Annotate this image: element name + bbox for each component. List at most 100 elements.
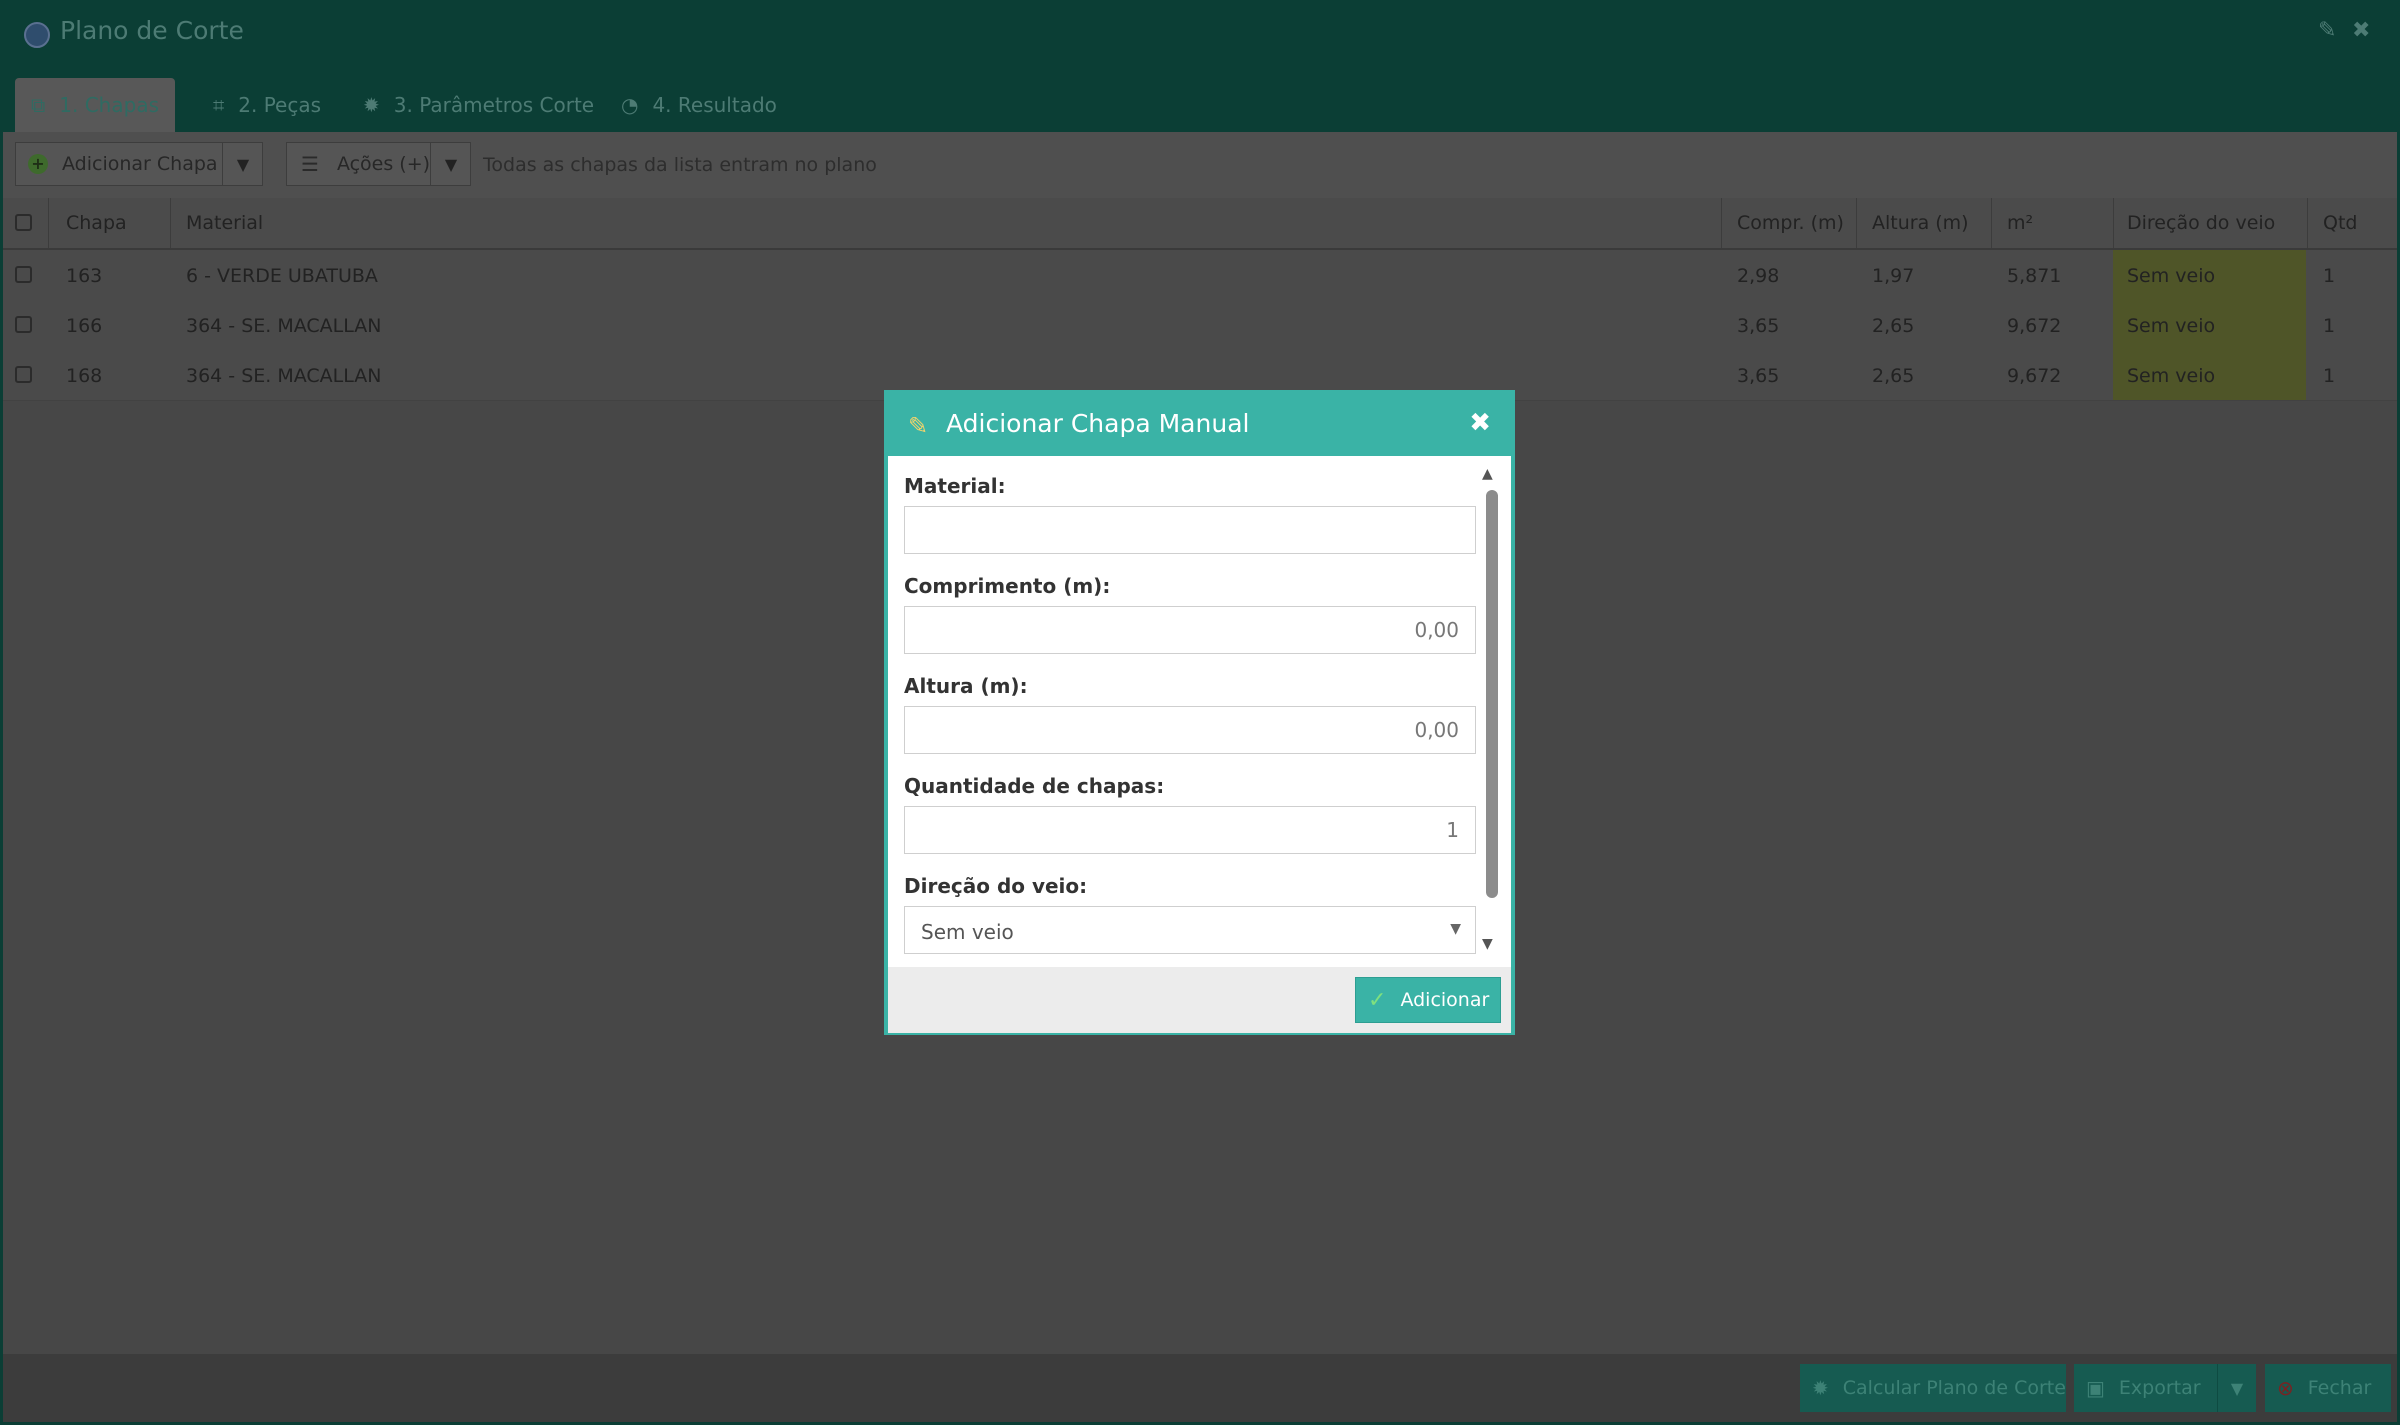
export-button[interactable]: ▣ Exportar ▼ bbox=[2074, 1364, 2256, 1412]
row-checkbox[interactable] bbox=[15, 316, 32, 333]
scrollbar-thumb[interactable] bbox=[1486, 490, 1498, 898]
col-material[interactable]: Material bbox=[186, 212, 263, 234]
column-separator bbox=[2307, 198, 2308, 248]
close-button[interactable]: ⊗ Fechar bbox=[2265, 1364, 2391, 1412]
sheets-icon: ⧉ bbox=[31, 93, 46, 117]
col-chapa[interactable]: Chapa bbox=[66, 212, 127, 234]
row-checkbox[interactable] bbox=[15, 366, 32, 383]
pie-chart-icon: ◔ bbox=[621, 93, 639, 117]
gear-icon: ✹ bbox=[363, 93, 380, 117]
material-label: Material: bbox=[904, 474, 1006, 498]
gear-icon: ✹ bbox=[1812, 1376, 1829, 1400]
toolbar: + Adicionar Chapa ▼ ☰ Ações (+) ▼ Todas … bbox=[3, 132, 2397, 199]
save-icon: ▣ bbox=[2086, 1376, 2105, 1400]
column-separator bbox=[1856, 198, 1857, 248]
cell-chapa: 163 bbox=[66, 265, 103, 287]
column-separator bbox=[1721, 198, 1722, 248]
cell-veio-value: Sem veio bbox=[2127, 315, 2216, 337]
material-input[interactable] bbox=[904, 506, 1476, 554]
add-sheet-label: Adicionar Chapa bbox=[62, 153, 218, 175]
direcao-veio-label: Direção do veio: bbox=[904, 874, 1088, 898]
export-dropdown[interactable]: ▼ bbox=[2217, 1364, 2256, 1412]
tab-chapas[interactable]: ⧉ 1. Chapas bbox=[15, 78, 175, 132]
cell-material: 364 - SE. MACALLAN bbox=[186, 315, 382, 337]
submit-add-button[interactable]: ✓ Adicionar bbox=[1355, 977, 1501, 1023]
actions-label: Ações (+) bbox=[336, 153, 431, 175]
select-all-checkbox[interactable] bbox=[15, 214, 32, 231]
calculate-plan-button[interactable]: ✹ Calcular Plano de Corte bbox=[1800, 1364, 2066, 1412]
chevron-down-icon: ▼ bbox=[1450, 921, 1461, 937]
direcao-veio-value: Sem veio bbox=[921, 920, 1014, 944]
cell-altura: 2,65 bbox=[1872, 365, 1915, 387]
title-bar: Plano de Corte ✎ ✖ bbox=[0, 0, 2400, 66]
scroll-down-arrow[interactable]: ▼ bbox=[1482, 936, 1493, 952]
cell-qtd: 1 bbox=[2323, 265, 2336, 287]
calculate-plan-label: Calcular Plano de Corte bbox=[1842, 1377, 2066, 1399]
direcao-veio-select[interactable]: Sem veio ▼ bbox=[904, 906, 1476, 954]
column-separator bbox=[1991, 198, 1992, 248]
cell-chapa: 166 bbox=[66, 315, 103, 337]
cell-qtd: 1 bbox=[2323, 365, 2336, 387]
quantidade-label: Quantidade de chapas: bbox=[904, 774, 1165, 798]
close-window-icon[interactable]: ✖ bbox=[2352, 18, 2370, 43]
actions-button[interactable]: ☰ Ações (+) ▼ bbox=[286, 142, 471, 186]
close-dialog-icon[interactable]: ✖ bbox=[1469, 408, 1491, 438]
sheet-edit-icon: ✎ bbox=[908, 412, 929, 440]
tab-label: 3. Parâmetros Corte bbox=[393, 93, 595, 117]
add-circle-icon: + bbox=[28, 154, 48, 174]
tab-label: 4. Resultado bbox=[652, 93, 777, 117]
dialog-title: Adicionar Chapa Manual bbox=[946, 409, 1250, 438]
column-separator bbox=[2113, 198, 2114, 248]
export-label: Exportar bbox=[2118, 1377, 2201, 1399]
close-circle-icon: ⊗ bbox=[2277, 1376, 2294, 1400]
footer-bar: ✹ Calcular Plano de Corte ▣ Exportar ▼ ⊗… bbox=[3, 1354, 2397, 1422]
col-qtd[interactable]: Qtd bbox=[2323, 212, 2357, 234]
tab-bar: ⧉ 1. Chapas ⌗ 2. Peças ✹ 3. Parâmetros C… bbox=[15, 78, 2400, 132]
cell-compr: 2,98 bbox=[1737, 265, 1780, 287]
actions-dropdown[interactable]: ▼ bbox=[430, 143, 471, 185]
cell-altura: 1,97 bbox=[1872, 265, 1915, 287]
col-direcao-veio[interactable]: Direção do veio bbox=[2127, 212, 2275, 234]
toolbar-hint: Todas as chapas da lista entram no plano bbox=[483, 154, 877, 176]
table-row[interactable]: 166 364 - SE. MACALLAN 3,65 2,65 9,672 S… bbox=[3, 300, 2397, 351]
altura-label: Altura (m): bbox=[904, 674, 1028, 698]
list-icon: ☰ bbox=[301, 152, 319, 176]
cell-chapa: 168 bbox=[66, 365, 103, 387]
cell-veio-value: Sem veio bbox=[2127, 365, 2216, 387]
comprimento-input[interactable] bbox=[904, 606, 1476, 654]
close-label: Fechar bbox=[2307, 1377, 2372, 1399]
cell-m2: 5,871 bbox=[2007, 265, 2062, 287]
cell-compr: 3,65 bbox=[1737, 315, 1780, 337]
dialog-header: ✎ Adicionar Chapa Manual ✖ bbox=[886, 392, 1513, 456]
altura-input[interactable] bbox=[904, 706, 1476, 754]
table-row[interactable]: 163 6 - VERDE UBATUBA 2,98 1,97 5,871 Se… bbox=[3, 250, 2397, 301]
row-checkbox[interactable] bbox=[15, 266, 32, 283]
scroll-up-arrow[interactable]: ▲ bbox=[1482, 466, 1493, 482]
col-compr[interactable]: Compr. (m) bbox=[1737, 212, 1844, 234]
window-title: Plano de Corte bbox=[60, 16, 244, 45]
tab-parametros-corte[interactable]: ✹ 3. Parâmetros Corte bbox=[347, 78, 610, 132]
tab-resultado[interactable]: ◔ 4. Resultado bbox=[605, 78, 793, 132]
submit-add-label: Adicionar bbox=[1400, 989, 1490, 1011]
check-icon: ✓ bbox=[1368, 987, 1387, 1013]
col-altura[interactable]: Altura (m) bbox=[1872, 212, 1969, 234]
cell-direcao-veio[interactable]: Sem veio bbox=[2113, 350, 2306, 400]
add-sheet-button[interactable]: + Adicionar Chapa ▼ bbox=[15, 142, 263, 186]
cell-material: 6 - VERDE UBATUBA bbox=[186, 265, 378, 287]
grid-header: Chapa Material Compr. (m) Altura (m) m² … bbox=[3, 198, 2397, 250]
pin-icon[interactable]: ✎ bbox=[2318, 18, 2336, 43]
dialog-footer: ✓ Adicionar bbox=[888, 967, 1511, 1033]
add-sheet-dropdown[interactable]: ▼ bbox=[222, 143, 263, 185]
cell-veio-value: Sem veio bbox=[2127, 265, 2216, 287]
cell-material: 364 - SE. MACALLAN bbox=[186, 365, 382, 387]
comprimento-label: Comprimento (m): bbox=[904, 574, 1111, 598]
tab-pecas[interactable]: ⌗ 2. Peças bbox=[197, 78, 337, 132]
column-separator bbox=[170, 198, 171, 248]
quantidade-input[interactable] bbox=[904, 806, 1476, 854]
crop-icon: ⌗ bbox=[213, 93, 225, 117]
cell-direcao-veio[interactable]: Sem veio bbox=[2113, 250, 2306, 300]
cell-compr: 3,65 bbox=[1737, 365, 1780, 387]
cell-direcao-veio[interactable]: Sem veio bbox=[2113, 300, 2306, 350]
cell-altura: 2,65 bbox=[1872, 315, 1915, 337]
col-m2[interactable]: m² bbox=[2007, 212, 2033, 234]
